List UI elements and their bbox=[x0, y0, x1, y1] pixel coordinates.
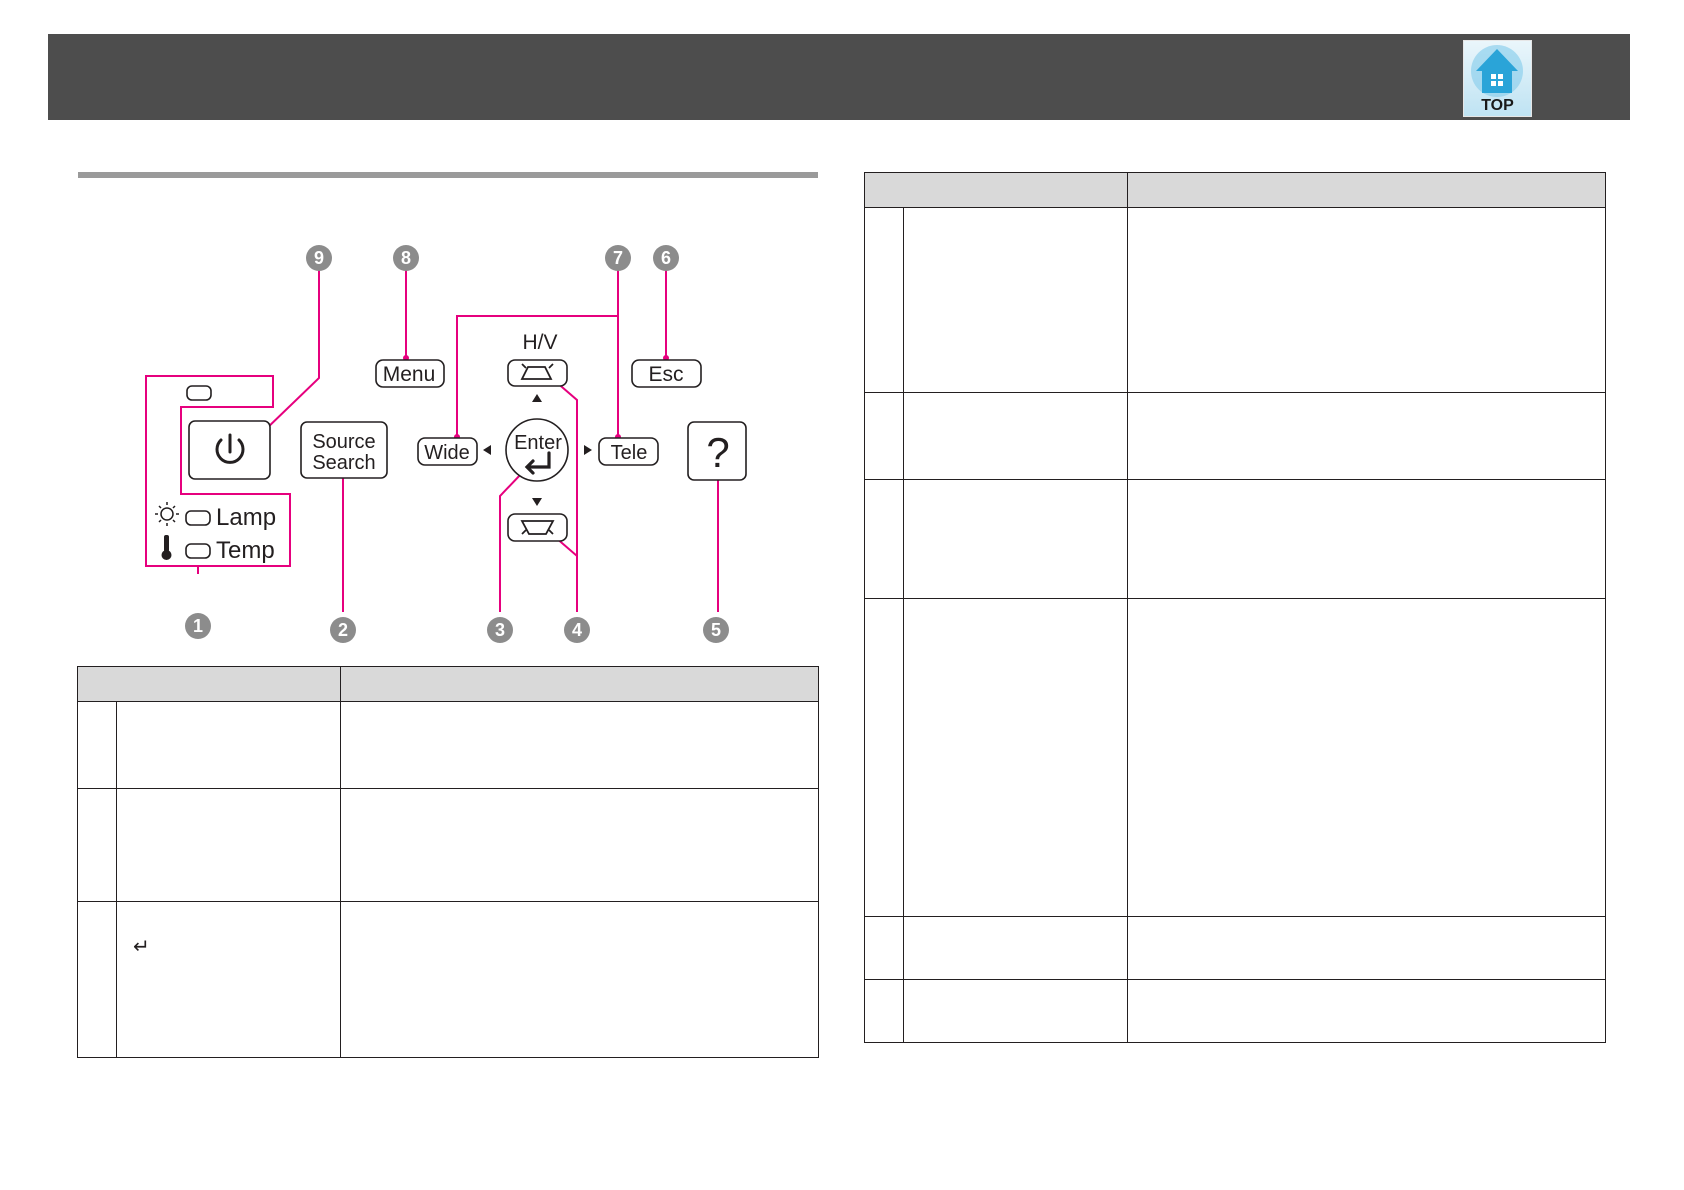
thermometer-icon bbox=[161, 535, 172, 560]
table-row bbox=[864, 979, 1606, 1043]
wide-label: Wide bbox=[424, 442, 470, 464]
row-number-cell bbox=[77, 901, 117, 1058]
row-name-cell: ↵ bbox=[116, 901, 341, 1058]
lamp-label: Lamp bbox=[216, 504, 276, 531]
enter-label: Enter bbox=[514, 432, 562, 454]
row-function-cell bbox=[340, 788, 819, 902]
callout-5-label: 5 bbox=[711, 620, 721, 640]
help-label: ? bbox=[706, 429, 729, 476]
row-function-cell bbox=[1127, 392, 1606, 480]
callout-9-label: 9 bbox=[314, 248, 324, 268]
temp-indicator bbox=[185, 543, 211, 559]
row-number-cell bbox=[864, 479, 904, 599]
row-name-cell bbox=[903, 207, 1128, 393]
esc-label: Esc bbox=[648, 363, 683, 386]
row-name-cell bbox=[116, 788, 341, 902]
table-row: ↵ bbox=[77, 901, 819, 1058]
row-function-cell bbox=[340, 901, 819, 1058]
menu-label: Menu bbox=[383, 363, 436, 386]
callout-1-label: 1 bbox=[193, 616, 203, 636]
row-name-cell bbox=[903, 598, 1128, 917]
header-cell-function bbox=[1127, 172, 1606, 208]
hv-label: H/V bbox=[522, 331, 557, 354]
keystone-down-button[interactable] bbox=[507, 513, 568, 542]
row-name-cell bbox=[903, 479, 1128, 599]
search-label: Search bbox=[312, 452, 375, 474]
row-number-cell bbox=[864, 979, 904, 1043]
row-name-cell bbox=[116, 701, 341, 789]
header-cell-name bbox=[864, 172, 1128, 208]
table-row bbox=[864, 392, 1606, 480]
row-number-cell bbox=[77, 701, 117, 789]
table-row bbox=[77, 701, 819, 789]
lamp-indicator bbox=[185, 510, 211, 526]
callout-3-label: 3 bbox=[495, 620, 505, 640]
table-header bbox=[77, 666, 819, 702]
row-number-cell bbox=[77, 788, 117, 902]
keystone-up-button[interactable] bbox=[507, 359, 568, 387]
right-table bbox=[864, 172, 1606, 1043]
table-row bbox=[77, 788, 819, 902]
callout-6-label: 6 bbox=[661, 248, 671, 268]
callout-7-label: 7 bbox=[613, 248, 623, 268]
table-row bbox=[864, 207, 1606, 393]
row-name-cell bbox=[903, 979, 1128, 1043]
callout-2-label: 2 bbox=[338, 620, 348, 640]
table-row bbox=[864, 916, 1606, 980]
row-function-cell bbox=[1127, 479, 1606, 599]
row-function-cell bbox=[1127, 207, 1606, 393]
row-function-cell bbox=[340, 701, 819, 789]
sun-icon bbox=[155, 502, 179, 526]
header-cell-function bbox=[340, 666, 819, 702]
enter-symbol-icon: ↵ bbox=[133, 934, 150, 958]
table-row bbox=[864, 479, 1606, 599]
table-header bbox=[864, 172, 1606, 208]
row-name-cell bbox=[903, 392, 1128, 480]
row-number-cell bbox=[864, 916, 904, 980]
power-indicator bbox=[186, 385, 212, 401]
row-name-cell bbox=[903, 916, 1128, 980]
row-function-cell bbox=[1127, 979, 1606, 1043]
temp-label: Temp bbox=[216, 537, 275, 564]
header-cell-name bbox=[77, 666, 341, 702]
row-number-cell bbox=[864, 392, 904, 480]
left-table: ↵ bbox=[77, 666, 819, 1058]
row-function-cell bbox=[1127, 598, 1606, 917]
source-label: Source bbox=[312, 431, 375, 453]
row-number-cell bbox=[864, 598, 904, 917]
row-number-cell bbox=[864, 207, 904, 393]
callout-8-label: 8 bbox=[401, 248, 411, 268]
row-function-cell bbox=[1127, 916, 1606, 980]
tele-label: Tele bbox=[611, 442, 648, 464]
table-row bbox=[864, 598, 1606, 917]
callout-4-label: 4 bbox=[572, 620, 582, 640]
